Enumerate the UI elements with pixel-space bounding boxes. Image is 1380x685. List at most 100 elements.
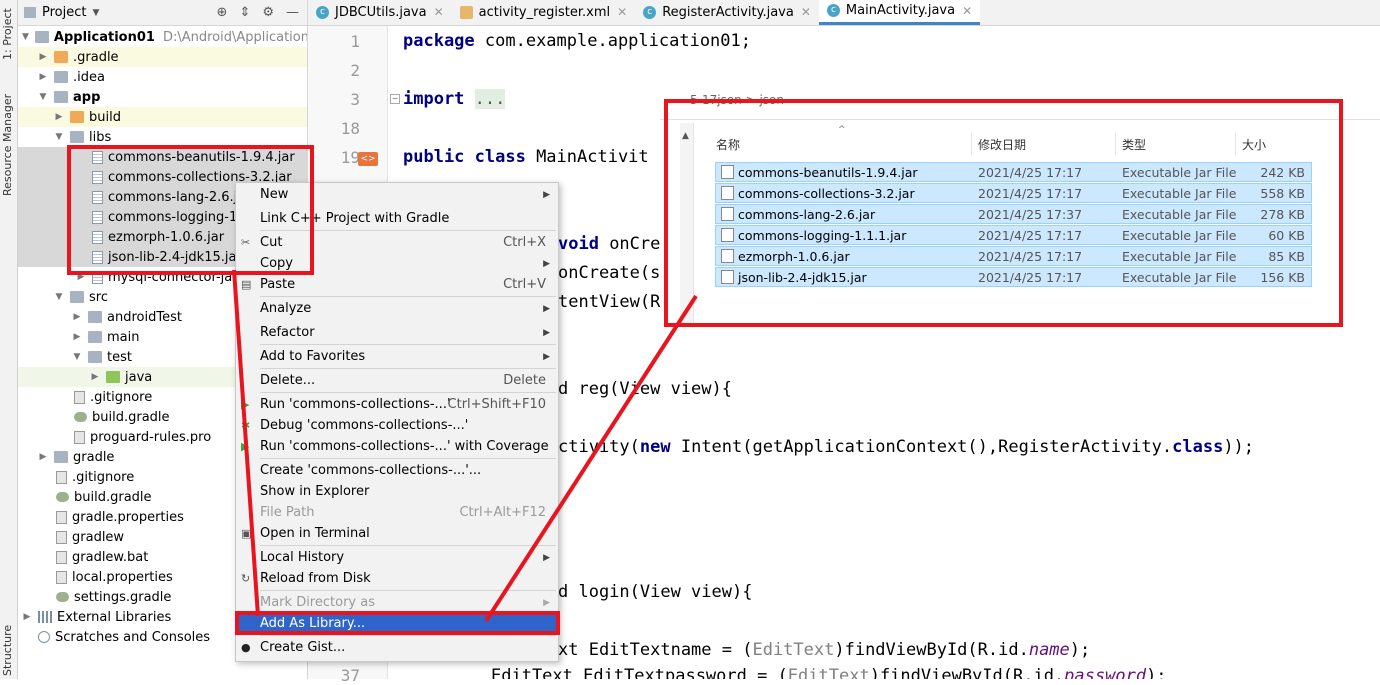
explorer-file-row[interactable]: commons-logging-1.1.1.jar 2021/4/25 17:1… bbox=[715, 225, 1312, 245]
explorer-file-row[interactable]: ezmorph-1.0.6.jar 2021/4/25 17:17 Execut… bbox=[715, 246, 1312, 266]
menu-item-create-config[interactable]: Create 'commons-collections-...'... bbox=[236, 460, 558, 481]
expand-arrow-icon[interactable]: ▶ bbox=[72, 312, 82, 322]
project-tool-tab[interactable]: 1: Project bbox=[1, 6, 17, 62]
expand-arrow-icon[interactable]: ▶ bbox=[38, 72, 48, 82]
expand-arrow-icon[interactable]: ▶ bbox=[72, 332, 82, 342]
tree-item-libs[interactable]: ▼ libs bbox=[18, 127, 307, 147]
menu-item-delete[interactable]: Delete... Delete bbox=[236, 370, 558, 391]
file-name: commons-lang-2.6.jar bbox=[738, 206, 876, 222]
tree-item-label: Application01 bbox=[53, 29, 155, 45]
tree-item-jar[interactable]: commons-beanutils-1.9.4.jar bbox=[18, 147, 307, 167]
close-icon[interactable]: ✕ bbox=[434, 5, 444, 19]
close-icon[interactable]: ✕ bbox=[617, 5, 627, 19]
menu-item-open-in-terminal[interactable]: ▣ Open in Terminal bbox=[236, 523, 558, 544]
column-header-name[interactable]: 名称 bbox=[710, 133, 972, 155]
menu-item-copy[interactable]: Copy ▶ bbox=[236, 253, 558, 274]
file-name: json-lib-2.4-jdk15.jar bbox=[738, 269, 867, 285]
expand-arrow-icon[interactable]: ▼ bbox=[54, 132, 64, 142]
file-type: Executable Jar File bbox=[1122, 248, 1237, 264]
menu-item-add-to-favorites[interactable]: Add to Favorites ▶ bbox=[236, 346, 558, 367]
expand-arrow-icon[interactable]: ▶ bbox=[38, 452, 48, 462]
menu-item-mark-directory-as[interactable]: Mark Directory as ▶ bbox=[236, 592, 558, 613]
expand-arrow-icon[interactable]: ▼ bbox=[54, 292, 64, 302]
editor-tab-bar: c JDBCUtils.java ✕ activity_register.xml ✕ … bbox=[308, 0, 1380, 26]
menu-item-create-gist[interactable]: ● Create Gist... bbox=[236, 637, 558, 658]
expand-arrow-icon[interactable]: ▶ bbox=[22, 612, 32, 622]
explorer-address-path[interactable]: 5-17json > json bbox=[690, 93, 784, 107]
column-header-type[interactable]: 类型 bbox=[1116, 133, 1236, 155]
menu-item-debug[interactable]: ✱ Debug 'commons-collections-...' bbox=[236, 415, 558, 436]
code-line: d login(View view){ bbox=[558, 582, 753, 602]
explorer-file-row[interactable]: commons-beanutils-1.9.4.jar 2021/4/25 17… bbox=[715, 162, 1312, 182]
line-number: 1 bbox=[350, 32, 360, 51]
code-line: public class MainActivit bbox=[403, 147, 649, 167]
code-line: ctivity(new Intent(getApplicationContext… bbox=[558, 437, 1255, 457]
menu-item-show-in-explorer[interactable]: Show in Explorer bbox=[236, 481, 558, 502]
expand-arrow-icon[interactable]: ▶ bbox=[54, 112, 64, 122]
explorer-file-row[interactable]: commons-collections-3.2.jar 2021/4/25 17… bbox=[715, 183, 1312, 203]
menu-separator bbox=[260, 230, 556, 231]
tree-item-build[interactable]: ▶ build bbox=[18, 107, 307, 127]
tree-item-gradle-dir[interactable]: ▶ .gradle bbox=[18, 47, 307, 67]
project-view-title[interactable]: Project bbox=[42, 5, 86, 20]
menu-item-add-as-library[interactable]: Add As Library... bbox=[236, 613, 558, 634]
tree-item-label: Scratches and Consoles bbox=[55, 629, 211, 645]
menu-separator bbox=[260, 545, 556, 546]
column-header-size[interactable]: 大小 bbox=[1236, 133, 1312, 155]
tab-registeractivity[interactable]: c RegisterActivity.java ✕ bbox=[635, 0, 819, 25]
tab-mainactivity[interactable]: c MainActivity.java ✕ bbox=[818, 0, 981, 25]
activity-gutter-icon[interactable]: <> bbox=[358, 152, 378, 166]
tree-item-application01[interactable]: ▼ Application01 D:\Android\Application01 bbox=[18, 27, 307, 47]
gear-icon[interactable]: ⚙ bbox=[262, 5, 274, 20]
expand-arrow-icon[interactable]: ▶ bbox=[38, 52, 48, 62]
resource-manager-tool-tab[interactable]: Resource Manager bbox=[1, 94, 17, 196]
tree-item-idea[interactable]: ▶ .idea bbox=[18, 67, 307, 87]
column-header-modified[interactable]: 修改日期 bbox=[972, 133, 1116, 155]
expand-arrow-icon[interactable]: ▼ bbox=[38, 92, 48, 102]
tree-item-label: build bbox=[89, 109, 121, 125]
gradle-file-icon bbox=[74, 412, 87, 422]
file-type: Executable Jar File bbox=[1122, 164, 1237, 180]
menu-item-new[interactable]: New ▶ bbox=[236, 184, 558, 205]
structure-tool-tab[interactable]: Structure bbox=[1, 622, 17, 679]
menu-item-file-path[interactable]: File Path Ctrl+Alt+F12 bbox=[236, 502, 558, 523]
close-icon[interactable]: ✕ bbox=[801, 5, 811, 19]
file-icon bbox=[74, 390, 85, 404]
menu-item-local-history[interactable]: Local History ▶ bbox=[236, 547, 558, 568]
library-icon bbox=[38, 611, 52, 623]
jar-icon bbox=[92, 250, 103, 264]
explorer-file-row[interactable]: json-lib-2.4-jdk15.jar 2021/4/25 17:17 E… bbox=[715, 267, 1312, 287]
file-type: Executable Jar File bbox=[1122, 206, 1237, 222]
expand-arrow-icon[interactable]: ▶ bbox=[76, 272, 86, 282]
menu-item-link-cpp[interactable]: Link C++ Project with Gradle bbox=[236, 208, 558, 229]
folder-icon bbox=[54, 71, 68, 83]
menu-separator bbox=[260, 296, 556, 297]
tree-item-app[interactable]: ▼ app bbox=[18, 87, 307, 107]
tab-activity-register[interactable]: activity_register.xml ✕ bbox=[452, 0, 636, 25]
expand-arrow-icon[interactable]: ▼ bbox=[72, 352, 82, 362]
file-size: 278 KB bbox=[1260, 206, 1305, 222]
minimize-icon[interactable]: — bbox=[286, 5, 299, 20]
chevron-down-icon[interactable]: ▼ bbox=[92, 8, 99, 18]
menu-item-run[interactable]: ▶ Run 'commons-collections-...' Ctrl+Shift… bbox=[236, 394, 558, 415]
tab-jdbcutils[interactable]: c JDBCUtils.java ✕ bbox=[308, 0, 452, 25]
menu-item-run-coverage[interactable]: ▶ Run 'commons-collections-...' with Cove… bbox=[236, 436, 558, 457]
fold-icon[interactable]: − bbox=[390, 94, 400, 104]
explorer-file-row[interactable]: commons-lang-2.6.jar 2021/4/25 17:37 Exe… bbox=[715, 204, 1312, 224]
collapse-all-icon[interactable]: ⇕ bbox=[239, 5, 250, 20]
menu-item-analyze[interactable]: Analyze ▶ bbox=[236, 298, 558, 319]
scroll-up-icon[interactable]: ▲ bbox=[682, 131, 689, 141]
locate-icon[interactable]: ⊕ bbox=[217, 5, 228, 20]
file-icon bbox=[56, 510, 67, 524]
close-icon[interactable]: ✕ bbox=[962, 4, 972, 18]
menu-item-refactor[interactable]: Refactor ▶ bbox=[236, 322, 558, 343]
code-line: import ... bbox=[403, 89, 506, 109]
jar-icon bbox=[92, 270, 103, 284]
submenu-arrow-icon: ▶ bbox=[543, 597, 550, 608]
menu-item-reload-from-disk[interactable]: ↻ Reload from Disk bbox=[236, 568, 558, 589]
menu-item-cut[interactable]: ✂ Cut Ctrl+X bbox=[236, 232, 558, 253]
expand-arrow-icon[interactable]: ▼ bbox=[22, 32, 29, 42]
expand-arrow-icon[interactable]: ▶ bbox=[90, 372, 100, 382]
menu-item-paste[interactable]: ▤ Paste Ctrl+V bbox=[236, 274, 558, 295]
folded-imports[interactable]: ... bbox=[474, 89, 506, 109]
